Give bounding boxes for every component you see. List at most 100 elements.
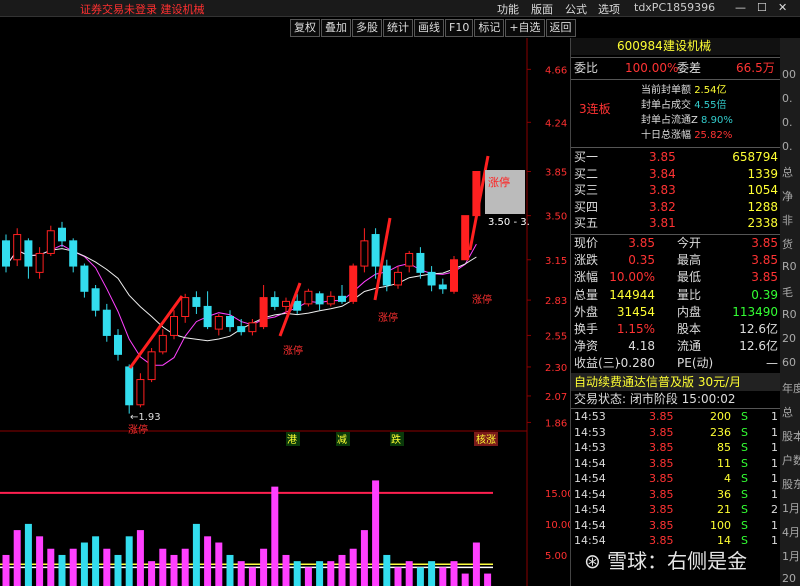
candle-body [427,271,436,286]
y-tick-label: 2.55 [545,331,567,342]
candle-body [203,305,212,328]
volume-bar [103,548,111,586]
stat-row: 净资 4.18 流通 12.6亿 [574,339,778,354]
y-tick-label: 2.30 [545,363,567,374]
menu-options[interactable]: 选项 [598,1,620,17]
candle-body [114,334,122,355]
maximize-icon[interactable]: ☐ [757,1,767,14]
candle-body [170,316,178,336]
stat-row: 涨跌 0.35 最高 3.85 [574,253,778,268]
trade-row: 14:53 3.85 85 S 1 [574,441,778,454]
user-id: tdxPC1859396 [634,1,716,14]
candle-body [136,379,145,406]
candle-body [158,334,167,353]
volume-bar [69,548,77,586]
volume-bar [170,554,178,586]
promo-banner[interactable]: 自动续费通达信普及版 30元/月 [571,373,781,391]
y-tick-label: 2.83 [545,296,567,307]
draw-line-button[interactable]: 画线 [414,19,444,37]
bid-row: 买四 3.82 1288 [574,199,778,214]
consecutive-limit-label: 3连板 [579,102,611,116]
kline-chart[interactable]: 涨停 3.50 - 3. ←1.93 涨停 涨停 涨停 涨停 港 减 跌 核涨 … [0,38,570,586]
add-watchlist-button[interactable]: +自选 [505,19,545,37]
stat-row: 涨幅 10.00% 最低 3.85 [574,270,778,285]
volume-bar [92,536,100,586]
candle-body [237,326,246,333]
volume-bar [47,548,55,586]
candle-body [226,316,234,328]
y-tick-label: 4.66 [545,65,567,76]
menu-layout[interactable]: 版面 [531,1,553,17]
candle-body [259,297,268,328]
side-strip-label: 60 [782,356,796,369]
close-icon[interactable]: ✕ [778,1,787,14]
volume-bar [472,542,480,586]
seal-info: 3连板 当前封单额 2.54亿 封单占成交 4.55倍 封单占流通Z 8.90% 十日… [571,80,781,144]
candle-body [360,240,369,267]
back-button[interactable]: 返回 [545,19,576,37]
vol-tick-label: 10.00 [545,520,570,531]
volume-bar [372,480,380,586]
volume-bar [461,573,469,586]
side-strip-label: 0. [782,92,793,105]
stat-row: 换手 1.15% 股本 12.6亿 [574,322,778,336]
menu-formula[interactable]: 公式 [565,1,587,17]
volume-bar [450,561,458,586]
candle-body [102,309,111,336]
volume-bar [416,567,424,586]
side-strip-label: 0. [782,140,793,153]
signal-tag: 核涨 [476,433,496,446]
volume-bar [316,561,324,586]
side-strip-label: 净 [782,190,793,203]
candle-body [349,265,358,302]
volume-bar [248,567,256,586]
candle-body [69,240,78,267]
limit-up-tag: 涨停 [472,293,492,306]
vol-tick-label: 5.00 [545,551,567,562]
side-strip-label: 20 [782,332,796,345]
mark-button[interactable]: 标记 [474,19,505,37]
volume-bar [327,561,335,586]
side-strip-label: 货 [782,238,793,251]
side-info-strip: 00 0. 0. 0. 总净非货 R0 毛 R0 20 60 年度总股本 户数 股东 1月 4月 1月 20 [780,38,800,586]
volume-bar [428,561,436,586]
volume-bar [226,554,234,586]
trade-row: 14:54 3.85 36 S 1 [574,487,778,501]
volume-bar [192,523,200,586]
multi-stock-button[interactable]: 多股 [352,19,382,37]
candle-body [214,316,223,330]
f10-button[interactable]: F10 [445,19,474,37]
side-strip-label: 年度 [782,382,800,395]
vol-tick-label: 15.00 [545,489,570,500]
trade-row: 14:54 3.85 4 S 1 [574,472,778,485]
signal-tag: 减 [337,434,347,446]
candle-body [461,215,470,261]
candle-body [2,240,10,267]
limit-up-tag: 涨停 [378,311,398,324]
candle-body [13,234,22,261]
overlay-button[interactable]: 叠加 [321,19,351,37]
watermark: ⊛ 雪球：右侧是金 [584,549,748,573]
menu-function[interactable]: 功能 [497,1,519,17]
side-strip-label: 4月 [782,526,800,539]
volume-bar [136,530,144,586]
side-strip-label: 0. [782,116,793,129]
trade-row: 14:54 3.85 21 S 2 [574,503,778,516]
candle-body [326,295,335,305]
side-strip-label: 非 [782,214,793,227]
side-strip-label: 户数 [782,454,800,467]
volume-bar [13,530,21,586]
statistics-button[interactable]: 统计 [383,19,413,37]
candle-body [371,234,380,267]
candle-body [382,265,391,286]
volume-bar [58,554,66,586]
volume-bar [304,567,312,586]
login-warning: 证券交易未登录 建设机械 [80,3,205,16]
restore-rights-button[interactable]: 复权 [290,19,320,37]
stat-row: 总量 144944 量比 0.39 [574,287,778,302]
candle-body [293,300,302,311]
candle-body [58,227,66,242]
minimize-icon[interactable]: — [735,1,746,14]
volume-bar [338,554,346,586]
volume-bar [484,573,492,586]
